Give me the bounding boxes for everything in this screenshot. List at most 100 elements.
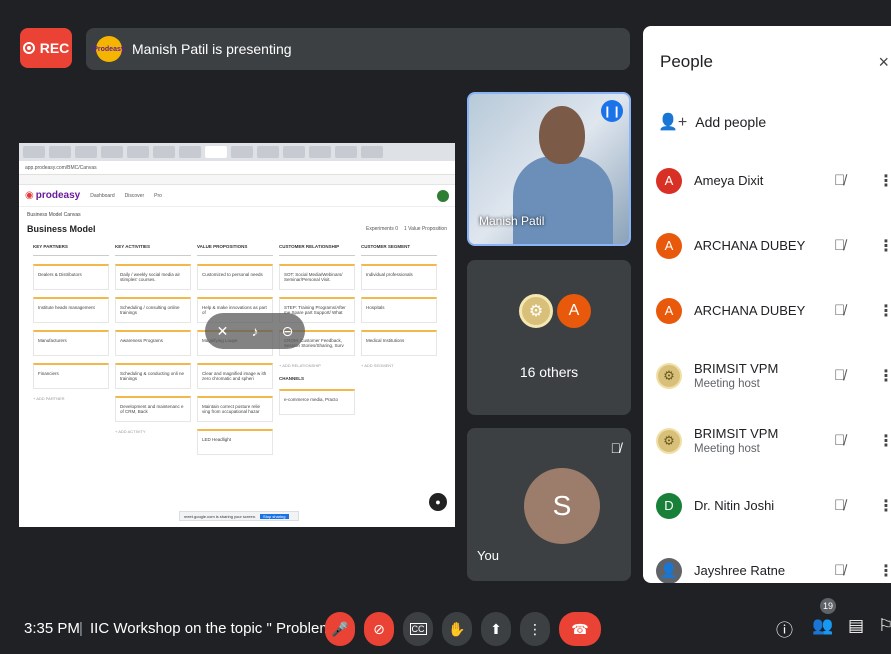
more-vert-icon[interactable]: ⋮ [878,301,891,321]
participant-role: Meeting host [694,378,760,390]
activities-icon[interactable]: ⚐ [878,616,891,636]
captions-icon: CC [409,623,427,635]
canvas-card: Development and maintenanc e of CRM, Bac… [115,396,191,422]
camera-off-icon: ⊘ [373,620,385,637]
minus-icon[interactable]: ⊖ [282,323,294,340]
mic-off-icon[interactable]: 🎙̸ [834,367,845,384]
speaking-indicator-icon: ❙❙ [601,100,623,122]
people-panel: People × 👤+ Add people A Ameya Dixit 🎙̸ ⋮ A A… [643,26,891,583]
participant-row[interactable]: D Dr. Nitin Joshi 🎙̸ ⋮ [656,473,891,538]
app-avatar [437,189,449,202]
raise-hand-button[interactable]: ✋ [442,612,472,646]
canvas-card: Clear and magnified image w ith zero chr… [197,363,273,389]
mute-icon[interactable]: ♪ [251,323,258,339]
mic-toggle-button[interactable]: 🎤 [325,612,355,646]
participant-name: BRIMSIT VPM [694,361,779,376]
more-vert-icon[interactable]: ⋮ [878,236,891,256]
canvas-card: Scheduling & conducting onli ne training… [115,363,191,389]
participant-name: ARCHANA DUBEY [694,238,806,253]
emblem-avatar-icon: ⚙ [656,362,682,389]
participant-role: Meeting host [694,443,760,455]
participant-avatar: A [656,167,682,194]
more-options-button[interactable]: ⋮ [520,612,550,646]
participant-row[interactable]: A ARCHANA DUBEY 🎙̸ ⋮ [656,213,891,278]
mic-off-icon[interactable]: 🎙̸ [834,432,845,449]
more-vert-icon: ⋮ [528,620,542,637]
captions-button[interactable]: CC [403,612,433,646]
mic-off-icon: 🎤 [331,620,349,637]
canvas-card: Awareness Programs [115,330,191,356]
present-icon: ⬆ [490,620,502,637]
emblem-avatar-icon: ⚙ [519,294,553,328]
more-vert-icon[interactable]: ⋮ [878,366,891,386]
participant-row[interactable]: ⚙ BRIMSIT VPM Meeting host 🎙̸ ⋮ [656,408,891,473]
browser-tabbar [19,143,455,161]
column-key-partners: KEY PARTNERS Dealers & Distributors Inst… [33,244,109,462]
hangup-icon: ☎ [571,620,589,637]
column-value-propositions: VALUE PROPOSITIONS Customized to persona… [197,244,273,462]
canvas-card: Manufacturers [33,330,109,356]
panel-title: People [660,52,713,71]
more-vert-icon[interactable]: ⋮ [878,431,891,451]
mic-off-icon[interactable]: 🎙̸ [834,172,845,189]
canvas-card: Hospitals [361,297,437,323]
people-count-badge: 19 [820,598,836,614]
camera-toggle-button[interactable]: ⊘ [364,612,394,646]
add-link: + ADD ACTIVITY [115,429,146,434]
presenter-logo-icon: Prodeasy [93,36,125,62]
column-customer-segment: CUSTOMER SEGMENT Individual professional… [361,244,437,462]
present-button[interactable]: ⬆ [481,612,511,646]
info-icon[interactable]: ⓘ [776,616,793,641]
participant-row[interactable]: A ARCHANA DUBEY 🎙̸ ⋮ [656,278,891,343]
canvas-card: Customized to personal needs [197,264,273,290]
share-controls-overlay[interactable]: ✕ ♪ ⊖ [205,313,305,349]
mic-off-icon[interactable]: 🎙̸ [834,237,845,254]
presenter-body [513,156,613,244]
breadcrumb: Business Model Canvas [27,212,81,218]
participant-list: A Ameya Dixit 🎙̸ ⋮ A ARCHANA DUBEY 🎙̸ ⋮ A ARCHANA… [656,148,891,583]
presenting-banner: Prodeasy Manish Patil is presenting [86,28,630,70]
chat-fab-icon[interactable]: ● [429,493,447,511]
recording-badge[interactable]: REC [20,28,72,68]
participant-row[interactable]: ⚙ BRIMSIT VPM Meeting host 🎙̸ ⋮ [656,343,891,408]
add-people-button[interactable]: 👤+ Add people [658,112,766,132]
participant-name: BRIMSIT VPM [694,426,779,441]
others-tile[interactable]: ⚙ A 16 others [467,260,631,415]
shared-screen: app.prodeasy.com/BMC/Canvas prodeasy Das… [19,143,455,527]
people-icon[interactable]: 👥 [812,616,833,636]
canvas-card: SOT: Social Media/Webinars/ Seminar/Pers… [279,264,355,290]
nav-dashboard: Dashboard [90,192,115,199]
pin-off-icon[interactable]: ✕ [217,323,229,340]
clock: 3:35 PM [24,620,80,637]
participant-row[interactable]: A Ameya Dixit 🎙̸ ⋮ [656,148,891,213]
nav-pro: Pro [154,192,162,199]
leave-call-button[interactable]: ☎ [559,612,601,646]
photo-avatar: 👤 [656,557,682,583]
participant-avatar: D [656,492,682,519]
sharing-notice: meet.google.com is sharing your screen. … [179,511,299,521]
self-tile[interactable]: 🎙̸ S You [467,428,631,581]
chat-icon[interactable]: ▤ [848,616,864,636]
canvas-card: Daily / weekly social media air stimples… [115,264,191,290]
column-key-activities: KEY ACTIVITIES Daily / weekly social med… [115,244,191,462]
mic-off-icon[interactable]: 🎙̸ [834,302,845,319]
self-label: You [477,548,499,563]
close-icon[interactable]: × [878,52,889,73]
more-vert-icon[interactable]: ⋮ [878,496,891,516]
stop-sharing-button[interactable]: Stop sharing [260,513,289,519]
more-vert-icon[interactable]: ⋮ [878,171,891,191]
canvas-card: Dealers & Distributors [33,264,109,290]
more-vert-icon[interactable]: ⋮ [878,561,891,581]
separator: | [79,620,83,637]
canvas-card: e-commerce media, Practo [279,389,355,415]
rec-label: REC [39,40,70,56]
participant-name: Jayshree Ratne [694,563,786,578]
mic-off-icon[interactable]: 🎙̸ [834,562,845,579]
brand-logo: prodeasy [25,190,80,201]
mic-off-icon[interactable]: 🎙̸ [834,497,845,514]
emblem-avatar-icon: ⚙ [656,427,682,454]
participant-row[interactable]: 👤 Jayshree Ratne 🎙̸ ⋮ [656,538,891,583]
presenter-name: Manish Patil [479,214,545,228]
add-link: + ADD RELATIONSHIP [279,363,321,368]
presenter-video-tile[interactable]: ❙❙ Manish Patil [467,92,631,246]
